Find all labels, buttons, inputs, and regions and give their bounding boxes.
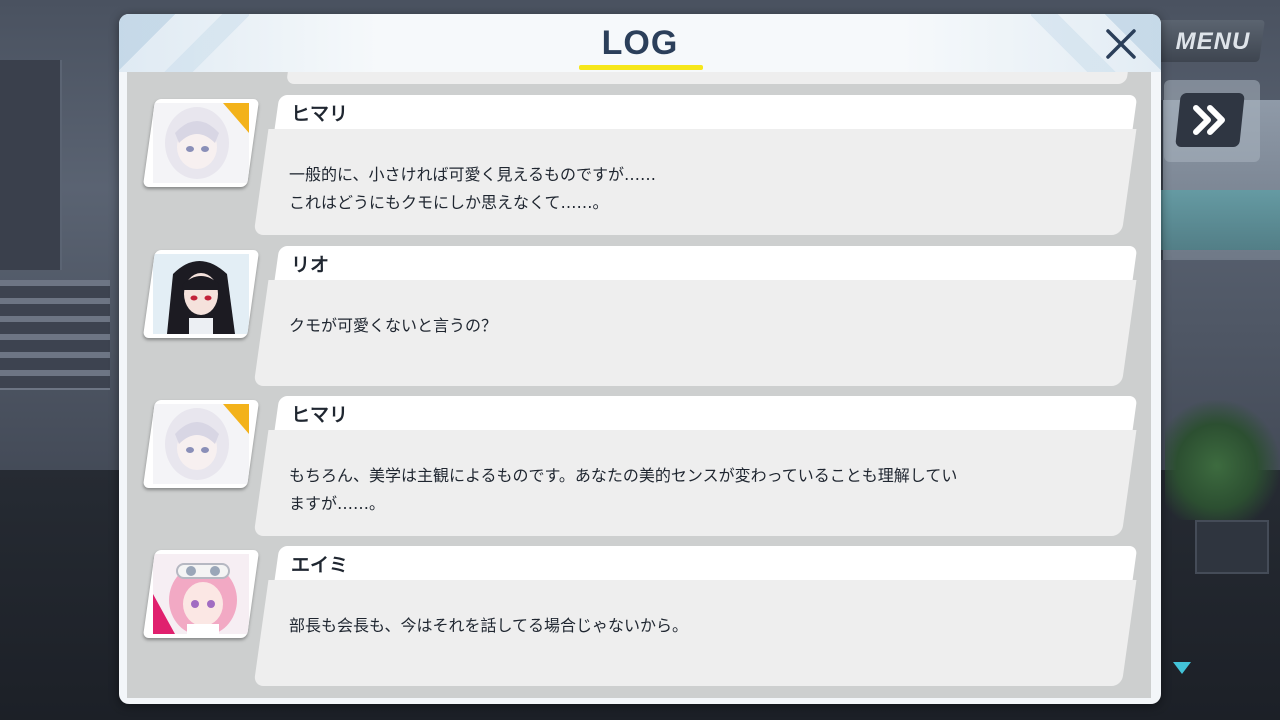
speaker-name-bar (274, 95, 1138, 129)
background-window-glass (1160, 190, 1280, 250)
background-plant (1165, 400, 1280, 520)
speaker-name: リオ (291, 254, 330, 276)
speaker-name-bar (274, 246, 1138, 280)
log-list[interactable]: ヒマリ 一般的に、小さければ可愛く見えるものですが…… これはどうにもクモにしか… (127, 72, 1151, 698)
log-window: LOG ヒマリ 一般的に、小さければ可愛く見えるものですが…… これはどうにもク… (119, 14, 1161, 704)
header-decoration-left (119, 14, 249, 72)
log-title: LOG (601, 24, 679, 62)
message-line: ますが……。 (289, 494, 386, 513)
background-planter (1195, 520, 1269, 574)
close-icon (1106, 29, 1136, 59)
himari-portrait (142, 400, 260, 488)
header-decoration-right (1031, 14, 1161, 72)
log-entry: ヒマリ もちろん、美学は主観によるものです。あなたの美的センスが変わっていること… (127, 396, 1151, 538)
log-entry: リオ クモが可愛くないと言うの？ (127, 246, 1151, 388)
log-entry: ヒマリ 一般的に、小さければ可愛く見えるものですが…… これはどうにもクモにしか… (127, 95, 1151, 237)
himari-portrait (142, 99, 260, 187)
close-button[interactable] (1101, 24, 1141, 64)
background-stairs (0, 280, 110, 390)
message-line: もちろん、美学は主観によるものです。あなたの美的センスが変わっていることも理解し… (289, 466, 958, 485)
speaker-name: ヒマリ (291, 404, 349, 426)
background-left-panel (0, 60, 62, 270)
menu-button-label: MENU (1175, 28, 1251, 55)
speaker-name: エイミ (291, 554, 349, 576)
log-entry: エイミ 部長も会長も、今はそれを話してる場合じゃないから。 (127, 546, 1151, 688)
previous-entry-edge (286, 72, 1128, 84)
log-header: LOG (119, 14, 1161, 72)
message-line: 部長も会長も、今はそれを話してる場合じゃないから。 (289, 616, 689, 635)
message-line: クモが可愛くないと言うの？ (289, 316, 498, 335)
rio-portrait (142, 250, 260, 338)
speaker-name: ヒマリ (291, 103, 349, 125)
message-line: 一般的に、小さければ可愛く見えるものですが…… (289, 165, 657, 184)
eimi-portrait (142, 550, 260, 638)
double-chevron-right-icon (1190, 100, 1230, 140)
speaker-name-bar (274, 546, 1138, 580)
triangle-down-icon (1172, 660, 1192, 676)
speaker-name-bar (274, 396, 1138, 430)
log-title-underline (579, 65, 703, 70)
message-line: これはどうにもクモにしか思えなくて……。 (289, 193, 609, 212)
